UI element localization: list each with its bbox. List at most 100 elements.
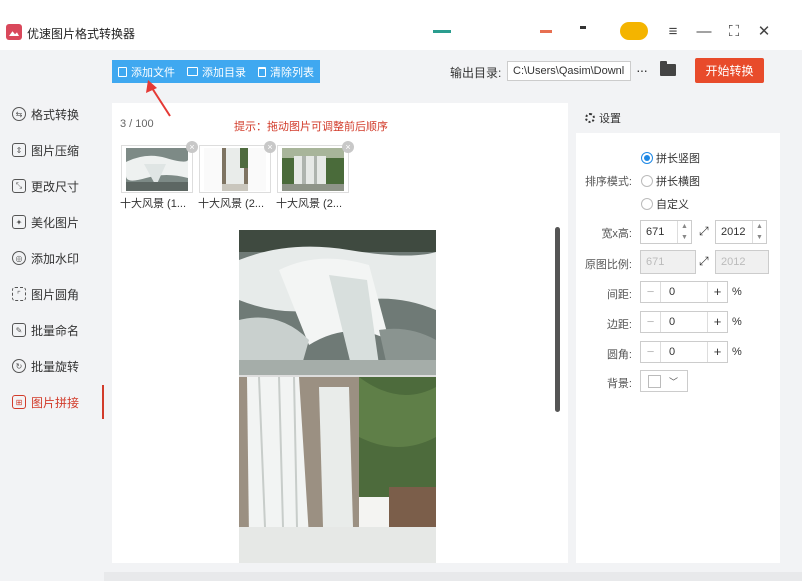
increment-button[interactable]: + — [707, 282, 727, 302]
swap-size-icon[interactable]: ⤢ — [699, 224, 709, 239]
radius-value[interactable]: 0 — [661, 342, 707, 362]
clear-list-button[interactable]: 清除列表 — [252, 60, 320, 83]
remove-thumbnail-icon[interactable]: × — [342, 141, 354, 153]
sidebar-item-label: 格式转换 — [31, 107, 80, 122]
menu-icon[interactable]: ≡ — [662, 20, 684, 42]
minimize-icon[interactable]: — — [693, 20, 715, 42]
sort-option-label: 拼长横图 — [656, 176, 700, 188]
height-input[interactable]: 2012 ▲ ▼ — [715, 220, 767, 244]
thumbnail-image — [204, 148, 266, 191]
spacing-value[interactable]: 0 — [661, 282, 707, 302]
thumbnail-image — [282, 148, 344, 191]
ratio-height-value: 2012 — [721, 256, 746, 268]
decoration-bar — [540, 30, 552, 33]
thumbnail-caption: 十大风景 (2... — [276, 198, 343, 210]
remove-thumbnail-icon[interactable]: × — [186, 141, 198, 153]
add-directory-button[interactable]: 添加目录 — [181, 60, 252, 83]
size-label: 宽x高: — [601, 228, 632, 240]
increment-button[interactable]: + — [707, 312, 727, 332]
spacing-stepper[interactable]: −0 + — [640, 281, 728, 303]
decrement-button[interactable]: − — [641, 312, 661, 332]
sidebar-item-format-convert[interactable]: ⇆ 格式转换 — [0, 97, 104, 131]
radio-icon — [641, 198, 653, 210]
folder-icon — [187, 67, 198, 76]
app-logo-icon — [6, 24, 22, 40]
sidebar-item-label: 批量旋转 — [31, 359, 80, 374]
decrement-button[interactable]: − — [641, 282, 661, 302]
sidebar-item-label: 美化图片 — [31, 215, 80, 230]
title-bar: 优速图片格式转换器 ≡ — ⛶ ✕ — [0, 0, 802, 50]
rotate-icon: ↻ — [12, 359, 26, 373]
output-dir-field[interactable]: C:\Users\Qasim\Downl — [507, 61, 631, 81]
sidebar-item-label: 更改尺寸 — [31, 179, 80, 194]
radio-selected-icon — [641, 152, 653, 164]
start-convert-button[interactable]: 开始转换 — [695, 58, 764, 83]
sidebar-item-round-corner[interactable]: ⌜ 图片圆角 — [0, 277, 104, 311]
radius-label: 圆角: — [606, 349, 632, 361]
sidebar-item-label: 添加水印 — [31, 251, 80, 266]
sort-mode-label: 排序模式: — [584, 176, 632, 188]
spin-arrows-icon[interactable]: ▲ ▼ — [677, 221, 691, 243]
gear-icon — [585, 113, 595, 123]
settings-panel: 设置 排序模式: 拼长竖图 拼长横图 自定义 宽x高: 671 ▲ ▼ ⤢ 2012… — [576, 103, 780, 563]
thumbnail-caption: 十大风景 (1... — [120, 198, 187, 210]
close-icon[interactable]: ✕ — [753, 20, 775, 42]
color-swatch — [648, 375, 661, 388]
spacing-unit: % — [732, 286, 742, 298]
thumbnail-item[interactable]: × — [277, 141, 354, 193]
radio-icon — [641, 175, 653, 187]
thumbnail-item[interactable]: × — [199, 141, 276, 193]
link-ratio-icon: ⤢ — [699, 254, 709, 268]
browse-more-button[interactable]: ··· — [636, 62, 648, 78]
thumbnail-item[interactable]: × — [121, 141, 198, 193]
remove-thumbnail-icon[interactable]: × — [264, 141, 276, 153]
sidebar-item-label: 图片圆角 — [31, 287, 80, 302]
sidebar-item-watermark[interactable]: ◎ 添加水印 — [0, 241, 104, 275]
preview-image-waterfall-1 — [239, 230, 436, 375]
spin-arrows-icon[interactable]: ▲ ▼ — [752, 221, 766, 243]
annotation-arrow — [146, 80, 171, 117]
sort-option-label: 拼长竖图 — [656, 153, 700, 165]
margin-value[interactable]: 0 — [661, 312, 707, 332]
preview-scrollbar[interactable] — [555, 227, 560, 412]
height-value: 2012 — [721, 226, 746, 238]
margin-unit: % — [732, 316, 742, 328]
beautify-icon: ✦ — [12, 215, 26, 229]
width-input[interactable]: 671 ▲ ▼ — [640, 220, 692, 244]
radius-stepper[interactable]: −0 + — [640, 341, 728, 363]
sidebar-item-rotate[interactable]: ↻ 批量旋转 — [0, 349, 104, 383]
sidebar-item-beautify[interactable]: ✦ 美化图片 — [0, 205, 104, 239]
sidebar-item-label: 批量命名 — [31, 323, 80, 338]
sidebar-item-rename[interactable]: ✎ 批量命名 — [0, 313, 104, 347]
thumbnail-caption: 十大风景 (2... — [198, 198, 265, 210]
drag-hint: 提示：拖动图片可调整前后顺序 — [234, 121, 388, 133]
sort-option-custom[interactable]: 自定义 — [641, 196, 689, 212]
margin-stepper[interactable]: −0 + — [640, 311, 728, 333]
ratio-width-input: 671 — [640, 250, 696, 274]
resize-icon: ⤡ — [12, 179, 26, 193]
sidebar-item-stitch[interactable]: ⊞ 图片拼接 — [0, 385, 104, 419]
sidebar-item-resize[interactable]: ⤡ 更改尺寸 — [0, 169, 104, 203]
open-folder-icon[interactable] — [660, 61, 676, 76]
background-color-picker[interactable]: ﹀ — [640, 370, 688, 392]
sort-option-horizontal[interactable]: 拼长横图 — [641, 173, 700, 189]
chevron-down-icon: ﹀ — [669, 377, 679, 387]
ratio-width-value: 671 — [646, 256, 665, 268]
convert-icon: ⇆ — [12, 107, 26, 121]
maximize-icon[interactable]: ⛶ — [723, 20, 745, 42]
sort-option-vertical[interactable]: 拼长竖图 — [641, 150, 700, 166]
increment-button[interactable]: + — [707, 342, 727, 362]
background-label: 背景: — [606, 378, 632, 390]
settings-title: 设置 — [599, 113, 621, 125]
bottom-status-strip — [104, 572, 802, 581]
add-directory-label: 添加目录 — [202, 66, 246, 79]
sidebar-item-compress[interactable]: ⇕ 图片压缩 — [0, 133, 104, 167]
radius-unit: % — [732, 346, 742, 358]
image-list-panel: 3 / 100 提示：拖动图片可调整前后顺序 × 十大风景 (1... × 十大… — [112, 103, 568, 563]
decrement-button[interactable]: − — [641, 342, 661, 362]
watermark-icon: ◎ — [12, 251, 26, 265]
stitch-icon: ⊞ — [12, 395, 26, 409]
ratio-height-input: 2012 — [715, 250, 769, 274]
settings-header: 设置 — [576, 103, 780, 133]
trash-icon — [258, 66, 266, 77]
